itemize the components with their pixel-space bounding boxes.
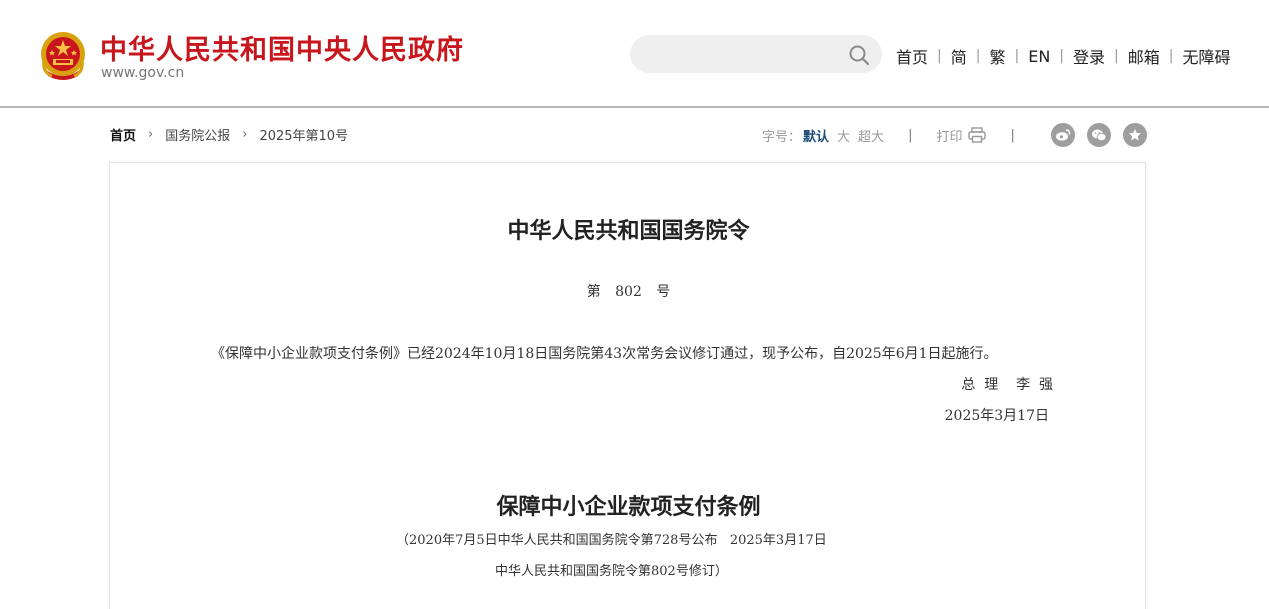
regulation-note-line1: （2020年7月5日中华人民共和国国务院令第728号公布 2025年3月17日 (396, 533, 827, 548)
article-card: 中华人民共和国国务院令 第 802 号 《保障中小企业款项支付条例》已经2024… (109, 162, 1146, 609)
signer: 总 理 李 强 (961, 377, 1053, 393)
print-button[interactable]: 打印 (936, 126, 987, 145)
national-emblem-icon[interactable] (38, 30, 88, 82)
search-input[interactable] (630, 35, 840, 73)
chevron-right-icon: › (148, 127, 154, 142)
nav-simplified[interactable]: 简 (951, 44, 967, 68)
nav-separator: | (1114, 48, 1119, 64)
nav-separator: | (1059, 48, 1064, 64)
nav-separator: | (937, 48, 942, 64)
site-header: 中华人民共和国中央人民政府 www.gov.cn 首页 | 简 | 繁 | EN… (0, 0, 1269, 108)
toolbar-separator: | (1010, 127, 1015, 143)
search-box (630, 35, 882, 73)
nav-home[interactable]: 首页 (896, 44, 928, 68)
search-icon[interactable] (848, 44, 870, 66)
article-toolbar: 字号： 默认 大 超大 | 打印 | (762, 122, 1147, 148)
font-size-large[interactable]: 大 (837, 126, 850, 145)
font-size-default[interactable]: 默认 (803, 126, 829, 145)
wechat-icon[interactable] (1086, 123, 1111, 147)
font-size-label: 字号： (762, 129, 802, 145)
order-number: 第 802 号 (586, 284, 671, 300)
font-size-xlarge[interactable]: 超大 (858, 126, 884, 145)
printer-icon (968, 127, 987, 143)
sign-date: 2025年3月17日 (944, 408, 1049, 424)
weibo-icon[interactable] (1050, 123, 1075, 147)
top-nav: 首页 | 简 | 繁 | EN | 登录 | 邮箱 | 无障碍 (896, 44, 1230, 68)
nav-english[interactable]: EN (1028, 47, 1050, 66)
nav-traditional[interactable]: 繁 (989, 44, 1005, 68)
site-domain: www.gov.cn (101, 65, 185, 81)
favorite-icon[interactable] (1122, 123, 1147, 147)
nav-separator: | (975, 48, 981, 64)
order-body: 《保障中小企业款项支付条例》已经2024年10月18日国务院第43次常务会议修订… (211, 346, 998, 362)
nav-accessibility[interactable]: 无障碍 (1182, 44, 1230, 68)
nav-mailbox[interactable]: 邮箱 (1128, 44, 1160, 68)
toolbar-separator: | (908, 127, 913, 143)
breadcrumb: 首页 › 国务院公报 › 2025年第10号 (110, 125, 348, 144)
site-title[interactable]: 中华人民共和国中央人民政府 (100, 28, 464, 67)
nav-separator: | (1014, 48, 1020, 64)
breadcrumb-issue[interactable]: 2025年第10号 (259, 125, 348, 144)
print-label: 打印 (936, 129, 963, 145)
breadcrumb-home[interactable]: 首页 (110, 125, 136, 144)
order-title: 中华人民共和国国务院令 (507, 218, 750, 244)
regulation-note-line2: 中华人民共和国国务院令第802号修订） (495, 564, 728, 579)
nav-separator: | (1168, 48, 1174, 64)
nav-login[interactable]: 登录 (1073, 44, 1105, 68)
regulation-title: 保障中小企业款项支付条例 (496, 494, 761, 520)
breadcrumb-gazette[interactable]: 国务院公报 (165, 125, 230, 144)
chevron-right-icon: › (242, 127, 248, 142)
